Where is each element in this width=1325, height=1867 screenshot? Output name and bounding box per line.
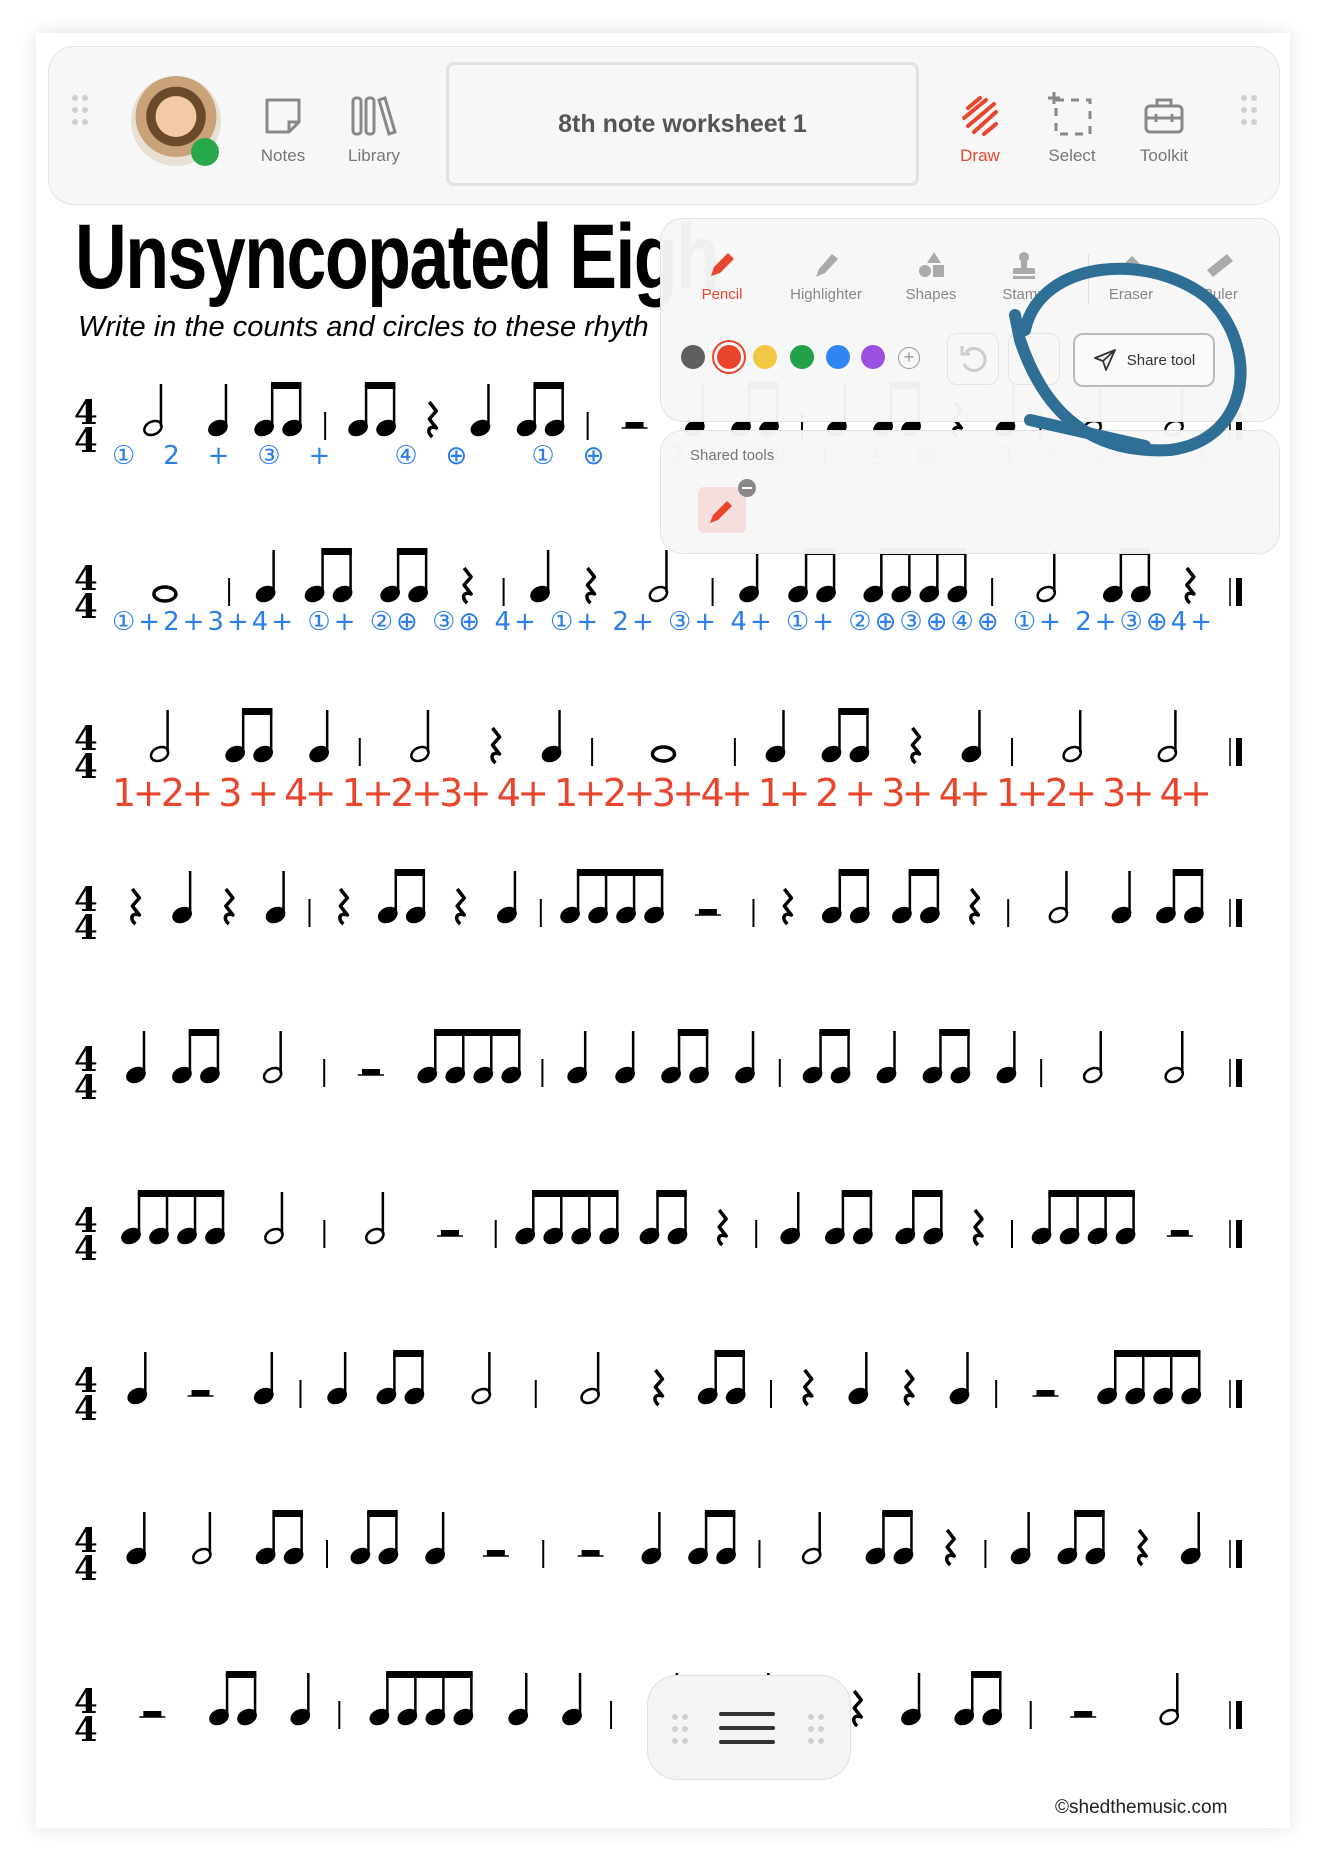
bottom-menu-bar — [647, 1675, 851, 1780]
hamburger-menu-icon[interactable] — [719, 1706, 775, 1750]
hand-drawn-circle-annotation — [1009, 262, 1247, 457]
drag-handle-icon[interactable] — [808, 1714, 824, 1744]
copyright-notice: ©shedthemusic.com — [1055, 1797, 1228, 1818]
drag-handle-icon[interactable] — [672, 1714, 688, 1744]
